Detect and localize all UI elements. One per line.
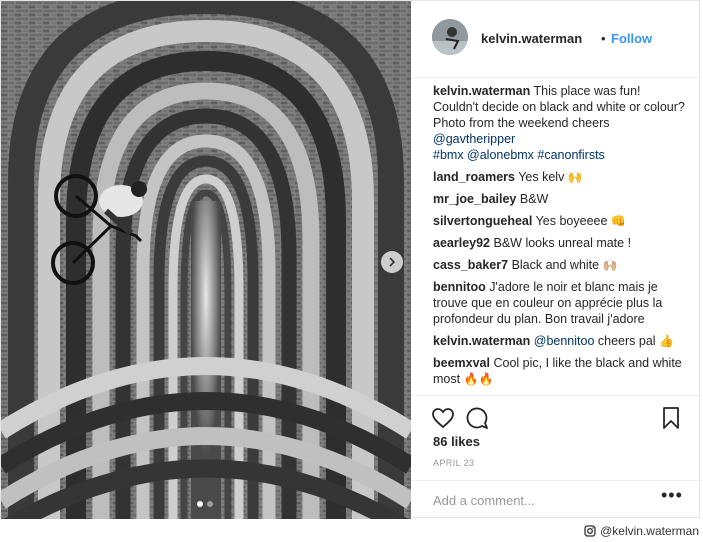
comment-emoji: 👍 [659,334,675,348]
comment-emoji: 👊 [610,214,626,228]
post-date[interactable]: APRIL 23 [433,458,474,468]
carousel-indicator [197,501,213,507]
comment-list: kelvin.waterman This place was fun! Coul… [433,83,689,393]
comment-emoji: 🙌🏼 [602,258,618,272]
caption-mention[interactable]: @gavtheripper [433,132,515,146]
chevron-right-icon [389,257,396,267]
add-comment-bar: Add a comment... ••• [411,480,701,521]
comment-username[interactable]: cass_baker7 [433,258,508,272]
next-photo-button[interactable] [381,251,403,273]
comment-text: B&W looks unreal mate ! [493,236,632,250]
comment: mr_joe_bailey B&W [433,191,689,207]
comment-username[interactable]: bennitoo [433,280,486,294]
comment-emoji: 🔥🔥 [463,372,494,386]
carousel-dot-active [197,501,203,507]
comment-text: Yes boyeeee [535,214,608,228]
action-bar: 86 likes APRIL 23 Add a comment... ••• [411,395,701,520]
caption-line2: Photo from the weekend cheers [433,116,610,130]
comment-username[interactable]: silvertongueheal [433,214,532,228]
comment-username[interactable]: aearley92 [433,236,490,250]
add-comment-input[interactable]: Add a comment... [433,493,535,508]
carousel-dot [207,501,213,507]
comment: kelvin.waterman @bennitoo cheers pal 👍 [433,333,689,349]
post-header: kelvin.waterman • Follow [411,1,701,78]
comment: cass_baker7 Black and white 🙌🏼 [433,257,689,273]
caption: kelvin.waterman This place was fun! Coul… [433,83,689,163]
header-separator: • [601,31,606,46]
comment-username[interactable]: kelvin.waterman [433,84,530,98]
comment-text: cheers pal [597,334,656,348]
header-username[interactable]: kelvin.waterman [481,31,582,46]
like-count[interactable]: 86 likes [433,434,480,449]
caption-tags[interactable]: #bmx @alonebmx #canonfirsts [433,148,605,162]
photo-credit: @kelvin.waterman [584,524,699,538]
comment: bennitoo J'adore le noir et blanc mais j… [433,279,689,327]
instagram-icon [584,525,596,537]
comment-text: Black and white [511,258,600,272]
comment-text: B&W [519,192,549,206]
comment-text: Yes kelv [518,170,565,184]
comment-button[interactable] [465,406,489,430]
comment: aearley92 B&W looks unreal mate ! [433,235,689,251]
heart-icon [432,408,454,429]
bookmark-icon [663,407,679,429]
comment: beemxval Cool pic, I like the black and … [433,355,689,387]
comment-username[interactable]: beemxval [433,356,490,370]
comment-username[interactable]: land_roamers [433,170,515,184]
comment-bubble-icon [466,407,488,429]
more-options-button[interactable]: ••• [661,485,683,506]
save-button[interactable] [659,406,683,430]
avatar[interactable] [432,19,468,55]
comment-emoji: 🙌 [567,170,583,184]
comment-username[interactable]: mr_joe_bailey [433,192,516,206]
instagram-post: kelvin.waterman • Follow kelvin.waterman… [0,0,701,519]
credit-text: @kelvin.waterman [600,524,699,538]
like-button[interactable] [431,406,455,430]
comment-mention[interactable]: @bennitoo [534,334,595,348]
comment: land_roamers Yes kelv 🙌 [433,169,689,185]
comment: silvertongueheal Yes boyeeee 👊 [433,213,689,229]
viaduct-photo [1,1,411,519]
comment-username[interactable]: kelvin.waterman [433,334,530,348]
post-photo[interactable] [1,1,411,519]
follow-button[interactable]: Follow [611,31,652,46]
post-sidebar: kelvin.waterman • Follow kelvin.waterman… [411,1,701,519]
